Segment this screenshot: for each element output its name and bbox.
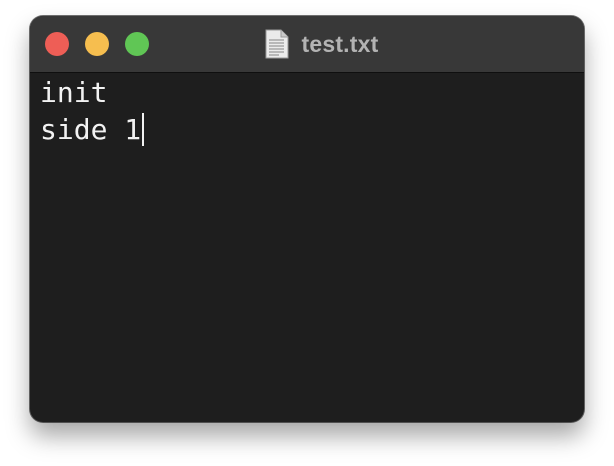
editor-line[interactable]: init bbox=[40, 74, 574, 111]
editor-line-text: init bbox=[40, 76, 108, 109]
text-cursor bbox=[142, 113, 145, 146]
text-document-icon bbox=[265, 29, 289, 59]
text-editor-area[interactable]: init side 1 bbox=[40, 73, 574, 422]
window-title: test.txt bbox=[301, 30, 379, 57]
title-bar[interactable]: test.txt bbox=[30, 16, 584, 73]
text-editor-window: test.txt init side 1 bbox=[30, 16, 584, 422]
editor-line-text: side 1 bbox=[40, 113, 142, 146]
window-title-group: test.txt bbox=[30, 16, 584, 72]
editor-line[interactable]: side 1 bbox=[40, 111, 574, 148]
